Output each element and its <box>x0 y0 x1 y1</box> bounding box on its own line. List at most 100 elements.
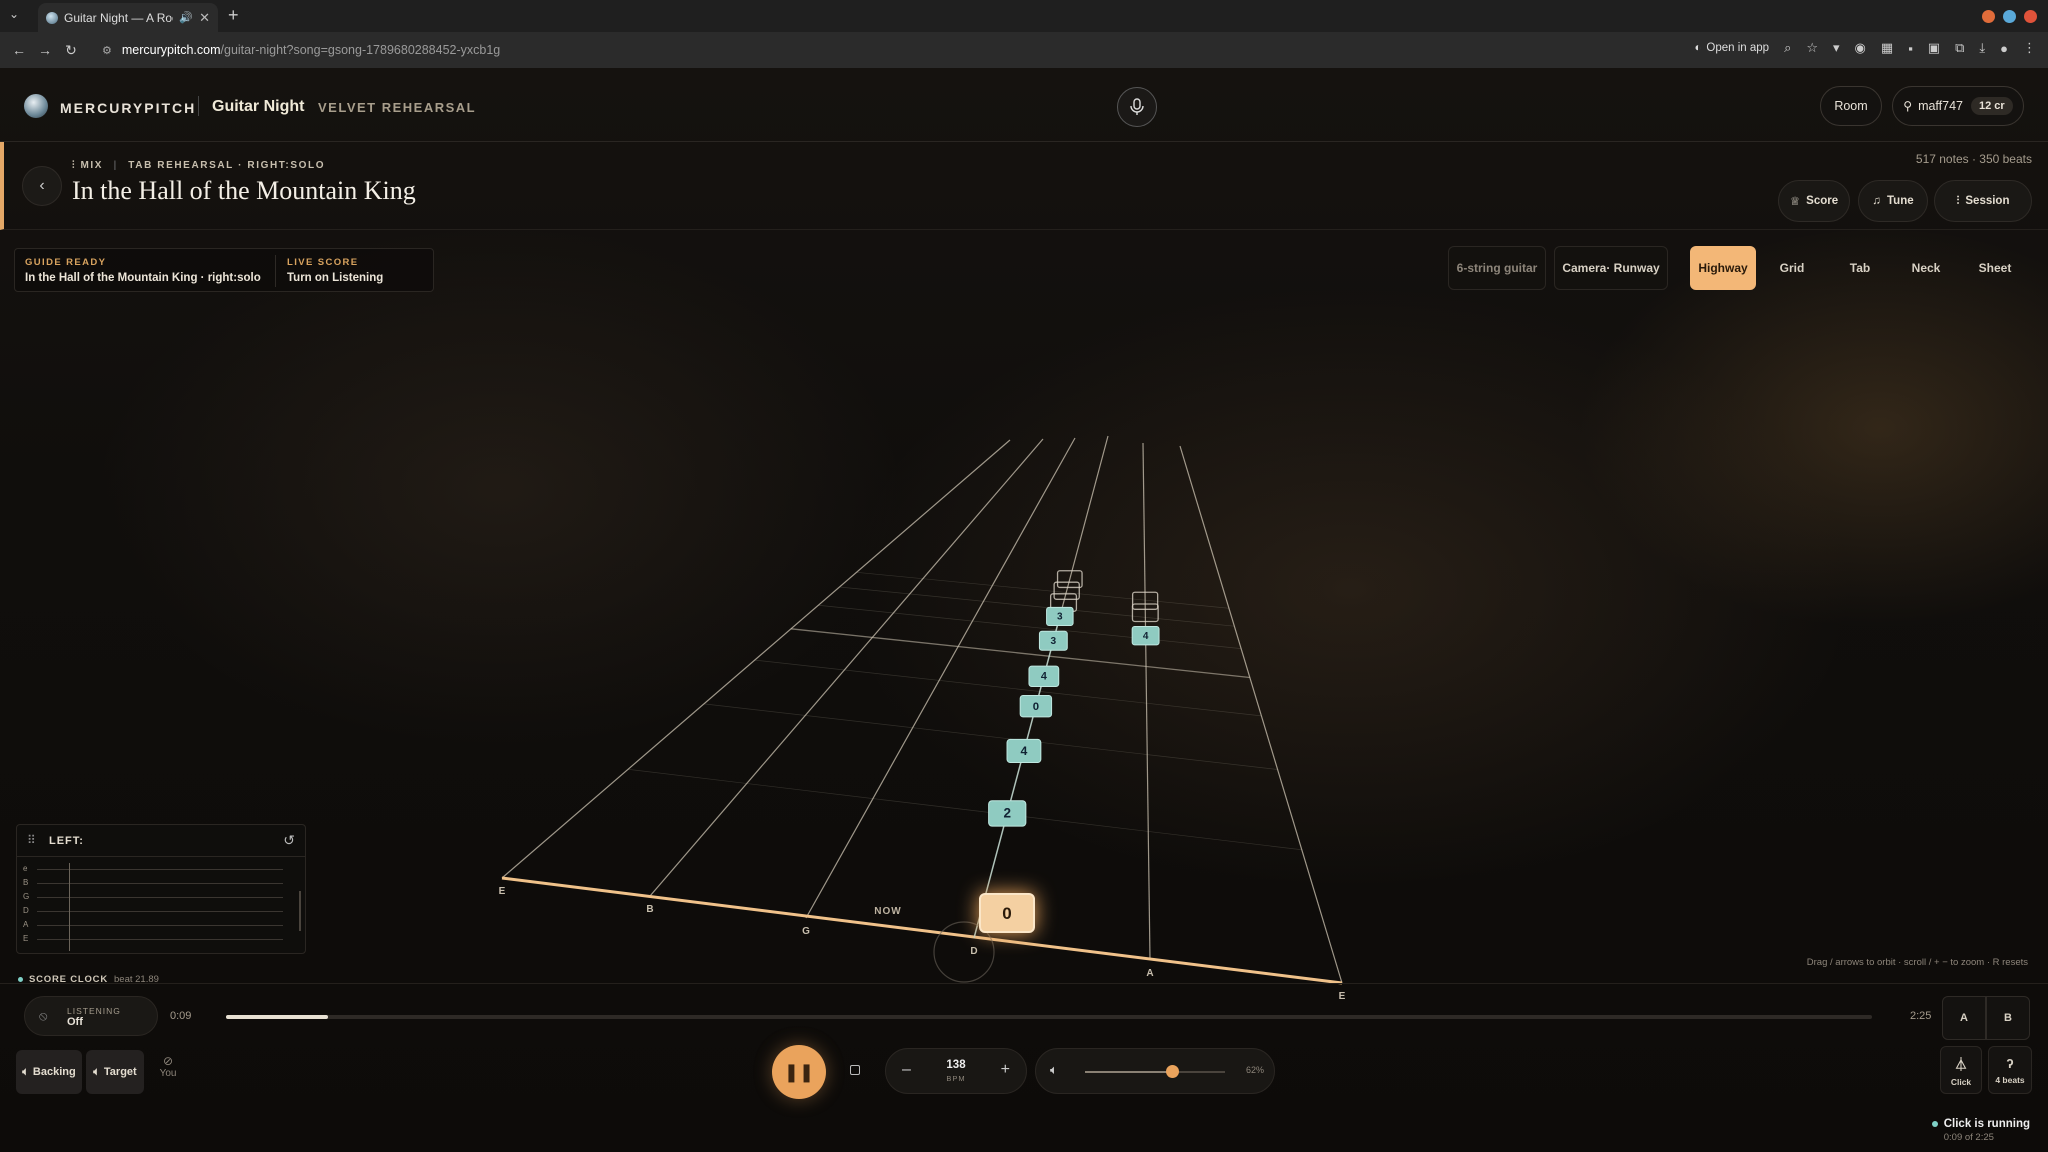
beat-grid-line <box>703 703 1278 770</box>
listening-value: Off <box>67 1016 83 1028</box>
logo-icon[interactable] <box>24 94 48 118</box>
new-tab-icon[interactable]: + <box>228 5 239 26</box>
volume-slider-thumb[interactable] <box>1165 1065 1179 1078</box>
volume-icon[interactable]: 🔈︎ <box>1050 1062 1058 1078</box>
app-topbar: MERCURYPITCH Guitar Night VELVET REHEARS… <box>0 68 2048 142</box>
zoom-icon[interactable]: ⌕ <box>1784 40 1791 56</box>
tab-search-chevron-icon[interactable]: ⌄ <box>9 7 19 21</box>
left-panel-string-label: e <box>23 864 28 873</box>
note-fret-number: 3 <box>1057 611 1063 622</box>
extension-icon-4[interactable]: ▪ <box>1908 41 1913 56</box>
open-in-app-button[interactable]: ◐ Open in app <box>1694 42 1769 54</box>
header-divider <box>198 96 199 116</box>
score-clock: SCORE CLOCK beat 21.89 <box>18 974 159 985</box>
browser-tab-active[interactable]: Guitar Night — A Room Th 🔊 ✕ <box>38 3 218 32</box>
left-panel-string-line <box>37 925 283 926</box>
live-score-value[interactable]: Turn on Listening <box>287 272 383 284</box>
url-path: /guitar-night?song=gsong-1789680288452-y… <box>220 43 501 57</box>
left-panel-scrollbar[interactable] <box>299 891 301 931</box>
song-progress-bar[interactable] <box>226 1015 1872 1019</box>
view-tab-highway[interactable]: Highway <box>1690 246 1756 290</box>
note-fret-number: 4 <box>1021 744 1028 758</box>
string-label-d: D <box>970 946 977 957</box>
browser-actions: ◐ Open in app ⌕ ☆ ▾ ◉ ▦ ▪ ▣ ⧉ ⤓ ● ⋮ <box>1694 40 2036 56</box>
room-button[interactable]: Room <box>1820 86 1882 126</box>
drag-handle-icon[interactable]: ⠿ <box>27 833 36 847</box>
now-line <box>501 876 1343 985</box>
string-label-b: B <box>646 904 653 915</box>
stop-button[interactable] <box>838 1053 872 1087</box>
orbit-hint: Drag / arrows to orbit · scroll / + − to… <box>1806 957 2028 968</box>
tab-title: Guitar Night — A Room Th <box>64 10 173 25</box>
you-toggle[interactable]: ⊘ You <box>156 1054 180 1079</box>
url-host: mercurypitch.com <box>121 43 221 57</box>
view-tab-neck[interactable]: Neck <box>1894 246 1958 290</box>
tab-audio-icon[interactable]: 🔊 <box>179 11 193 24</box>
backing-label: Backing <box>32 1066 76 1078</box>
extension-icon-3[interactable]: ▦ <box>1881 40 1893 56</box>
left-panel-string-line <box>37 869 283 870</box>
view-tab-tab[interactable]: Tab <box>1830 246 1890 290</box>
string-label-e: E <box>1339 991 1346 1002</box>
loop-a-button[interactable]: A <box>1942 996 1986 1040</box>
reset-icon[interactable]: ↺ <box>283 832 295 849</box>
status-sub: 0:09 of 2:25 <box>1943 1132 1994 1143</box>
crumb-mix[interactable]: MIX <box>81 160 104 171</box>
string-label-e: E <box>499 886 506 897</box>
site-info-icon[interactable]: ⚙ <box>102 44 112 57</box>
extension-icon-5[interactable]: ▣ <box>1928 40 1940 56</box>
browser-tabstrip: ⌄ Guitar Night — A Room Th 🔊 ✕ + <box>0 0 2048 32</box>
maximize-icon[interactable] <box>2003 10 2016 23</box>
string-label-g: G <box>802 926 810 937</box>
brand-name[interactable]: MERCURYPITCH <box>60 100 196 116</box>
view-tab-sheet[interactable]: Sheet <box>1962 246 2028 290</box>
camera-select[interactable]: Camera· Runway <box>1554 246 1668 290</box>
close-window-icon[interactable] <box>2024 10 2037 23</box>
volume-control: 🔈︎ 62% <box>1035 1048 1275 1094</box>
reload-icon[interactable]: ↻ <box>58 42 84 59</box>
tab-close-icon[interactable]: ✕ <box>199 10 210 26</box>
profile-icon[interactable]: ● <box>2000 41 2008 56</box>
view-tab-grid[interactable]: Grid <box>1762 246 1822 290</box>
extension-icon-1[interactable]: ▾ <box>1833 40 1840 56</box>
left-panel-string-line <box>37 911 283 912</box>
note-highway[interactable]: EBGDAENOW34340420 <box>0 298 2048 1018</box>
pause-button[interactable]: ❚❚ <box>772 1045 826 1099</box>
target-button[interactable]: 🔈︎ Target <box>86 1050 144 1094</box>
app-root: MERCURYPITCH Guitar Night VELVET REHEARS… <box>0 68 2048 1152</box>
note-fret-number: 0 <box>1033 701 1039 713</box>
back-button[interactable]: ‹ <box>22 166 62 206</box>
extension-icon-2[interactable]: ◉ <box>1855 40 1866 56</box>
count-in-button[interactable]: ʔ 4 beats <box>1988 1046 2032 1094</box>
score-button[interactable]: ♕ Score <box>1778 180 1850 222</box>
backing-button[interactable]: 🔈︎ Backing <box>16 1050 82 1094</box>
microphone-button[interactable] <box>1117 87 1157 127</box>
beat-grid-line <box>754 659 1262 717</box>
address-bar[interactable]: ⚙ mercurypitch.com/guitar-night?song=gso… <box>102 38 1682 62</box>
microphone-icon <box>1130 98 1144 115</box>
forward-arrow-icon[interactable]: → <box>32 42 58 58</box>
browser-menu-icon[interactable]: ⋮ <box>2023 40 2036 56</box>
tempo-increase-button[interactable]: + <box>1001 1061 1010 1079</box>
room-title: Guitar Night <box>212 98 305 115</box>
beat-grid-line <box>790 628 1250 679</box>
target-label: Target <box>103 1066 137 1078</box>
minimize-icon[interactable] <box>1982 10 1995 23</box>
volume-slider-track[interactable] <box>1085 1071 1225 1073</box>
left-panel-title: LEFT: <box>49 835 84 847</box>
guide-ready-value: In the Hall of the Mountain King · right… <box>25 272 261 284</box>
tune-button[interactable]: ♫ Tune <box>1858 180 1928 222</box>
user-menu-button[interactable]: ⚲ maff747 12 cr <box>1892 86 2024 126</box>
status-main: Click is running <box>1943 1118 2030 1130</box>
listening-toggle[interactable]: ⦸ LISTENING Off <box>24 996 158 1036</box>
metronome-click-button[interactable]: ⏃ Click <box>1940 1046 1982 1094</box>
instrument-select[interactable]: 6-string guitar <box>1448 246 1546 290</box>
session-button[interactable]: ⫶ Session <box>1934 180 2032 222</box>
loop-b-button[interactable]: B <box>1986 996 2030 1040</box>
back-arrow-icon[interactable]: ← <box>6 42 32 58</box>
guide-ready-label: GUIDE READY <box>25 257 107 268</box>
bookmark-star-icon[interactable]: ☆ <box>1806 40 1818 56</box>
extensions-puzzle-icon[interactable]: ⧉ <box>1955 40 1964 56</box>
guide-divider <box>275 255 276 287</box>
download-icon[interactable]: ⤓ <box>1979 40 1985 56</box>
